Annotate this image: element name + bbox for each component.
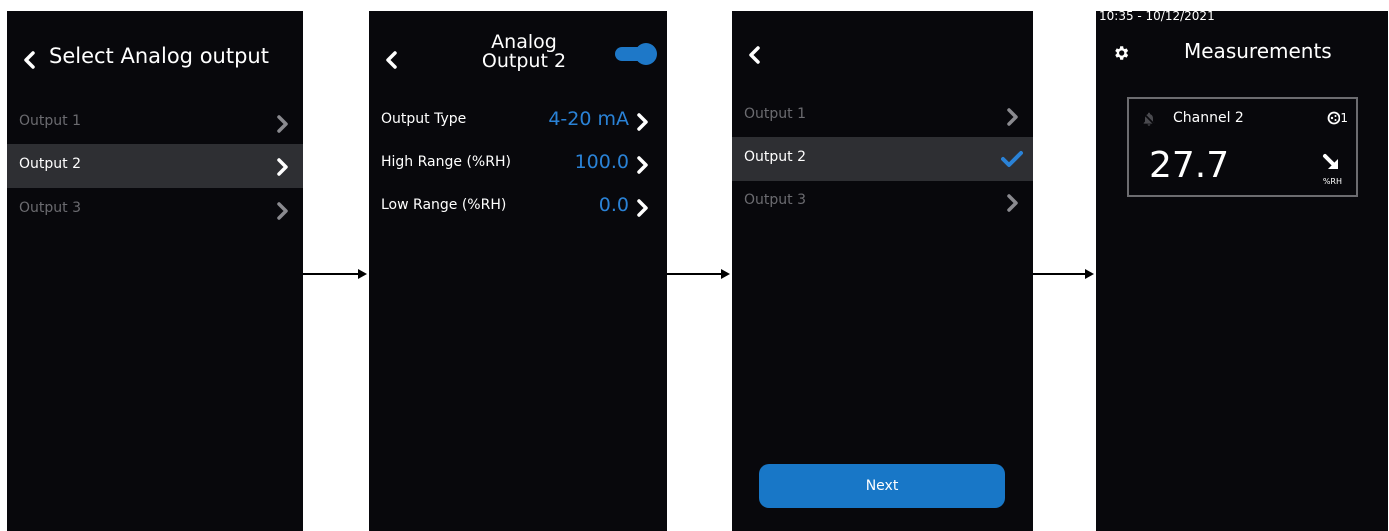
- flow-arrow: [1033, 269, 1094, 279]
- list-item-output-3[interactable]: Output 3: [732, 180, 1033, 224]
- screen-select-output-confirm: Output 1 Output 2 Output 3 Next: [732, 11, 1033, 531]
- measurement-unit: %RH: [1322, 177, 1342, 186]
- channel-label: Channel 2: [1173, 110, 1244, 126]
- output-indicator-number: 1: [1340, 111, 1348, 125]
- page-title: Select Analog output: [49, 44, 269, 68]
- list-item-output-2[interactable]: Output 2: [732, 137, 1033, 181]
- alarm-off-icon: [1142, 112, 1156, 126]
- page-title: Analog Output 2: [459, 33, 589, 71]
- chevron-right-icon: [277, 158, 288, 176]
- flow-arrow: [667, 269, 730, 279]
- chevron-right-icon: [1007, 194, 1018, 212]
- chevron-right-icon: [637, 156, 648, 174]
- setting-label: High Range (%RH): [381, 154, 511, 170]
- status-datetime: 10:35 - 10/12/2021: [1099, 11, 1215, 23]
- back-chevron-icon[interactable]: [748, 46, 760, 64]
- chevron-right-icon: [277, 115, 288, 133]
- chevron-right-icon: [637, 199, 648, 217]
- list-item-label: Output 2: [19, 156, 81, 172]
- list-item-output-2[interactable]: Output 2: [7, 144, 303, 188]
- screen-measurements: 10:35 - 10/12/2021 Measurements Channel …: [1096, 11, 1388, 531]
- toggle-knob: [635, 43, 657, 65]
- flow-arrow: [303, 269, 367, 279]
- page-title: Measurements: [1184, 39, 1332, 63]
- list-item-label: Output 3: [19, 200, 81, 216]
- next-button[interactable]: Next: [759, 464, 1005, 508]
- gear-icon[interactable]: [1112, 44, 1130, 62]
- list-item-label: Output 2: [744, 149, 806, 165]
- list-item-label: Output 1: [19, 113, 81, 129]
- setting-high-range[interactable]: High Range (%RH) 100.0: [369, 144, 667, 184]
- setting-output-type[interactable]: Output Type 4-20 mA: [369, 101, 667, 141]
- analog-output-icon: [1327, 111, 1341, 125]
- setting-label: Low Range (%RH): [381, 197, 507, 213]
- chevron-right-icon: [1007, 108, 1018, 126]
- checkmark-icon: [1001, 151, 1023, 167]
- chevron-right-icon: [637, 113, 648, 131]
- list-item-output-3[interactable]: Output 3: [7, 188, 303, 232]
- back-chevron-icon[interactable]: [23, 51, 35, 69]
- setting-label: Output Type: [381, 111, 467, 127]
- list-item-output-1[interactable]: Output 1: [7, 101, 303, 145]
- setting-low-range[interactable]: Low Range (%RH) 0.0: [369, 187, 667, 227]
- setting-value: 4-20 mA: [548, 108, 629, 130]
- setting-value: 100.0: [574, 151, 629, 173]
- list-item-label: Output 1: [744, 106, 806, 122]
- setting-value: 0.0: [598, 194, 629, 216]
- enable-toggle[interactable]: [615, 43, 657, 65]
- measurement-value: 27.7: [1149, 145, 1230, 186]
- screen-analog-output-settings: Analog Output 2 Output Type 4-20 mA High…: [369, 11, 667, 531]
- screen-select-output: Select Analog output Output 1 Output 2 O…: [7, 11, 303, 531]
- measurement-card[interactable]: Channel 2 1 27.7 %RH: [1127, 97, 1358, 197]
- list-item-output-1[interactable]: Output 1: [732, 94, 1033, 138]
- list-item-label: Output 3: [744, 192, 806, 208]
- chevron-right-icon: [277, 202, 288, 220]
- title-line-2: Output 2: [481, 50, 567, 72]
- trend-down-arrow-icon: [1323, 154, 1338, 169]
- back-chevron-icon[interactable]: [385, 51, 397, 69]
- output-indicator: 1: [1327, 111, 1348, 125]
